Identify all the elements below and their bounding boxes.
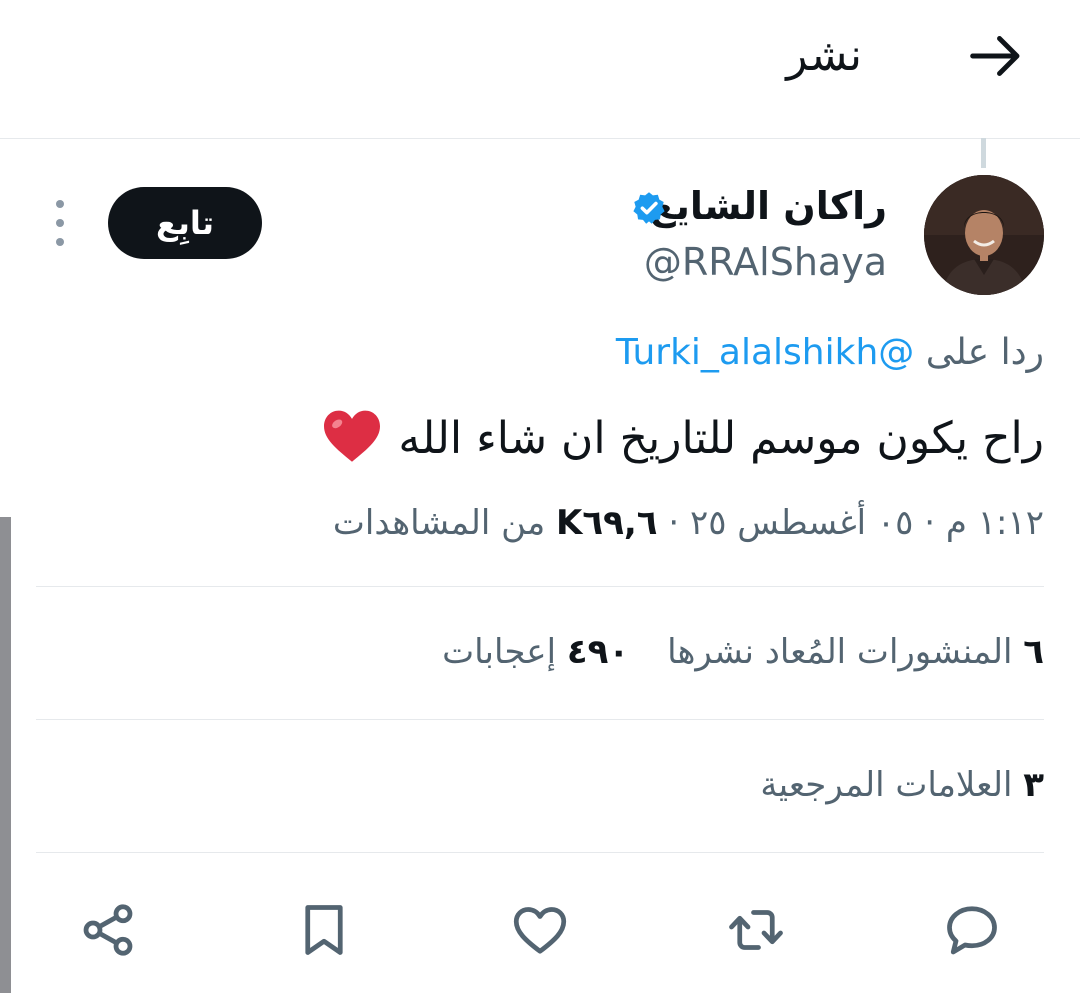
share-icon [83, 904, 133, 956]
reply-icon [947, 906, 997, 955]
engagement-stats: ٦ المنشورات المُعاد نشرها ٤٩٠ إعجابات [442, 624, 1044, 680]
reposts-stat[interactable]: ٦ المنشورات المُعاد نشرها [667, 632, 1044, 672]
repost-icon [729, 910, 783, 950]
views-count: K٦٩,٦ [556, 503, 658, 543]
divider [36, 586, 1044, 587]
arrow-right-icon [970, 36, 1020, 76]
tweet-date[interactable]: ٠٥ أغسطس ٢٥ [690, 503, 913, 543]
reply-mention-link[interactable]: @Turki_alalshikh [616, 332, 914, 373]
tweet-time[interactable]: ١:١٢ م [946, 503, 1044, 543]
bookmark-button[interactable] [286, 892, 362, 968]
reply-prefix: ردا على [925, 332, 1044, 373]
divider [36, 852, 1044, 853]
likes-label: إعجابات [442, 632, 557, 672]
thread-connector-line [981, 138, 986, 168]
author-name[interactable]: راكان الشايع [650, 178, 887, 234]
meta-separator: · [668, 503, 680, 543]
reply-context: ردا على @Turki_alalshikh [616, 326, 1044, 380]
avatar[interactable] [924, 175, 1044, 295]
tweet-text: راح يكون موسم للتاريخ ان شاء الله [44, 404, 1044, 474]
reply-button[interactable] [934, 892, 1010, 968]
repost-button[interactable] [718, 892, 794, 968]
views-label: من المشاهدات [332, 503, 546, 543]
more-dot [56, 219, 64, 227]
tweet-action-bar [0, 880, 1080, 980]
like-icon [513, 907, 567, 954]
tweet-detail-page: نشر راكان الشايع @RRAlShaya تابِع ردا عل… [0, 0, 1080, 993]
share-button[interactable] [70, 892, 146, 968]
follow-button[interactable]: تابِع [108, 187, 262, 259]
more-dot [56, 200, 64, 208]
like-button[interactable] [502, 892, 578, 968]
back-button[interactable] [964, 24, 1028, 88]
bookmarks-label: العلامات المرجعية [760, 765, 1013, 805]
author-handle[interactable]: @RRAlShaya [644, 236, 887, 288]
red-heart-emoji [324, 410, 381, 462]
bookmarks-count: ٣ [1023, 765, 1044, 805]
top-bar: نشر [0, 0, 1080, 139]
likes-count: ٤٩٠ [566, 632, 630, 672]
more-dot [56, 238, 64, 246]
more-vertical-icon[interactable] [46, 200, 74, 246]
meta-separator: · [924, 503, 936, 543]
likes-stat[interactable]: ٤٩٠ إعجابات [442, 632, 629, 672]
page-title: نشر [786, 30, 862, 81]
bookmark-icon [305, 905, 343, 955]
avatar-image [924, 175, 1044, 295]
reposts-label: المنشورات المُعاد نشرها [667, 632, 1013, 672]
bookmarks-stat[interactable]: ٣ العلامات المرجعية [760, 757, 1044, 813]
tweet-meta: ١:١٢ م · ٠٥ أغسطس ٢٥ · K٦٩,٦ من المشاهدا… [333, 496, 1044, 550]
tweet-body: راح يكون موسم للتاريخ ان شاء الله [398, 413, 1044, 464]
divider [36, 719, 1044, 720]
reposts-count: ٦ [1023, 632, 1044, 672]
verified-badge-icon [633, 192, 665, 224]
